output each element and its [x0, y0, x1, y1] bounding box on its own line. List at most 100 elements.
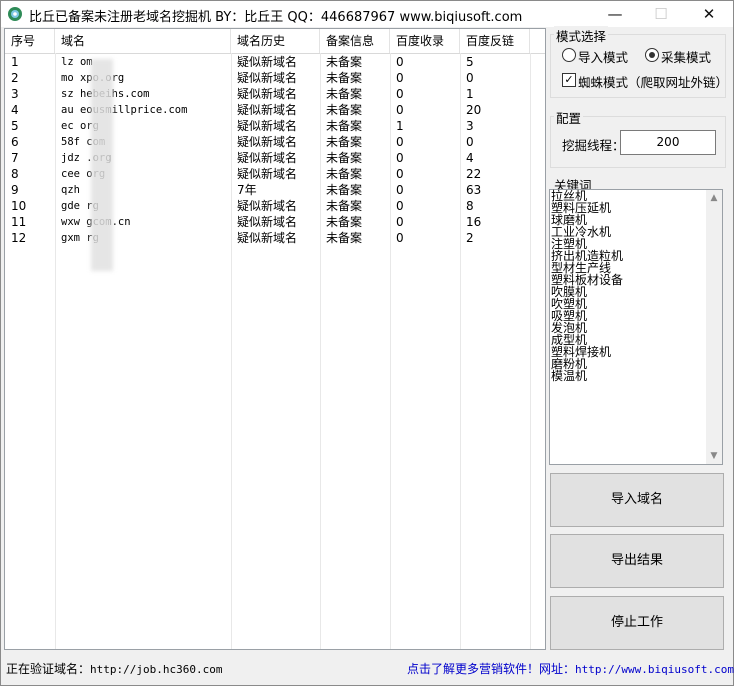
radio-selected-dot — [649, 52, 655, 58]
promo-text[interactable]: 点击了解更多营销软件！网址： — [407, 662, 575, 676]
import-mode-radio[interactable] — [562, 48, 576, 62]
cell-record: 未备案 — [326, 55, 363, 69]
keywords-list: 拉丝机 塑料压延机 球磨机 工业冷水机 注塑机 挤出机造粒机 型材生产线 塑料板材设备 吹膜机吹… — [551, 190, 705, 383]
cell-domain: ec org — [61, 120, 99, 132]
cell-record: 未备案 — [326, 183, 363, 197]
title-bar[interactable]: 比丘已备案未注册老域名挖掘机 BY：比丘王 QQ：446687967 www.b… — [1, 1, 733, 27]
cell-baidu-backlinks: 16 — [466, 215, 482, 229]
table-row[interactable]: 12 gxm rg 疑似新域名 未备案 0 2 — [5, 230, 545, 246]
cell-baidu-backlinks: 20 — [466, 103, 482, 117]
header-history[interactable]: 域名历史 — [231, 29, 320, 53]
header-baidu-index[interactable]: 百度收录 — [390, 29, 460, 53]
cell-domain: qzh — [61, 184, 80, 196]
cell-index: 10 — [11, 199, 27, 213]
results-table[interactable]: 序号 域名 域名历史 备案信息 百度收录 百度反链 1 lz om 疑似新域名 未备案… — [4, 28, 546, 650]
cell-record: 未备案 — [326, 215, 363, 229]
header-domain[interactable]: 域名 — [55, 29, 231, 53]
cell-baidu-index: 0 — [396, 167, 404, 181]
cell-domain: 58f com — [61, 136, 106, 148]
import-mode-label[interactable]: 导入模式 — [578, 47, 628, 66]
cell-domain: lz om — [61, 56, 93, 68]
cell-history: 疑似新域名 — [237, 119, 298, 133]
cell-baidu-index: 0 — [396, 103, 404, 117]
cell-domain: au eousmillprice.com — [61, 104, 188, 116]
app-window: 比丘已备案未注册老域名挖掘机 BY：比丘王 QQ：446687967 www.b… — [0, 0, 734, 686]
window-title: 比丘已备案未注册老域名挖掘机 BY：比丘王 QQ：446687967 www.b… — [29, 10, 523, 25]
scroll-up-arrow-icon[interactable]: ▲ — [709, 193, 719, 203]
collect-mode-label[interactable]: 采集模式 — [661, 47, 711, 66]
cell-domain: wxw gcom.cn — [61, 216, 131, 228]
export-results-button[interactable]: 导出结果 — [550, 534, 724, 588]
header-index[interactable]: 序号 — [5, 29, 55, 53]
cell-index: 3 — [11, 87, 19, 101]
maximize-button: ☐ — [654, 5, 668, 23]
cell-index: 11 — [11, 215, 27, 229]
cell-baidu-index: 0 — [396, 71, 404, 85]
cell-index: 7 — [11, 151, 19, 165]
table-row[interactable]: 5 ec org 疑似新域名 未备案 1 3 — [5, 118, 545, 134]
import-domains-button[interactable]: 导入域名 — [550, 473, 724, 527]
status-verifying-url: http://job.hc360.com — [90, 663, 223, 676]
cell-record: 未备案 — [326, 135, 363, 149]
cell-record: 未备案 — [326, 231, 363, 245]
cell-history: 疑似新域名 — [237, 87, 298, 101]
promo-url[interactable]: http://www.biqiusoft.com — [575, 663, 734, 676]
status-verifying: 正在验证域名：http://job.hc360.com — [6, 660, 222, 677]
keywords-textarea[interactable]: 拉丝机 塑料压延机 球磨机 工业冷水机 注塑机 挤出机造粒机 型材生产线 塑料板材设备 吹膜机吹… — [549, 189, 723, 465]
minimize-button[interactable]: — — [592, 1, 638, 27]
stop-work-button[interactable]: 停止工作 — [550, 596, 724, 650]
cell-record: 未备案 — [326, 119, 363, 133]
cell-index: 2 — [11, 71, 19, 85]
threads-input[interactable]: 200 — [620, 130, 716, 155]
redaction-blur — [91, 59, 113, 271]
app-logo-icon — [8, 7, 22, 21]
table-header: 序号 域名 域名历史 备案信息 百度收录 百度反链 — [5, 29, 545, 54]
table-row[interactable]: 9 qzh 7年 未备案 0 63 — [5, 182, 545, 198]
collect-mode-radio[interactable] — [645, 48, 659, 62]
cell-record: 未备案 — [326, 103, 363, 117]
cell-domain: jdz .org — [61, 152, 112, 164]
table-row[interactable]: 3 sz hebeihs.com 疑似新域名 未备案 0 1 — [5, 86, 545, 102]
cell-history: 7年 — [237, 183, 257, 197]
cell-baidu-index: 1 — [396, 119, 404, 133]
cell-baidu-index: 0 — [396, 215, 404, 229]
close-button[interactable]: ✕ — [686, 1, 732, 27]
cell-index: 6 — [11, 135, 19, 149]
cell-baidu-backlinks: 8 — [466, 199, 474, 213]
table-row[interactable]: 11 wxw gcom.cn 疑似新域名 未备案 0 16 — [5, 214, 545, 230]
cell-baidu-backlinks: 5 — [466, 55, 474, 69]
cell-index: 5 — [11, 119, 19, 133]
scroll-down-arrow-icon[interactable]: ▼ — [709, 451, 719, 461]
cell-domain: mo xpo.org — [61, 72, 124, 84]
keywords-scrollbar[interactable]: ▲ ▼ — [706, 190, 722, 464]
table-row[interactable]: 4 au eousmillprice.com 疑似新域名 未备案 0 20 — [5, 102, 545, 118]
table-row[interactable]: 1 lz om 疑似新域名 未备案 0 5 — [5, 54, 545, 70]
cell-index: 1 — [11, 55, 19, 69]
cell-baidu-backlinks: 1 — [466, 87, 474, 101]
cell-history: 疑似新域名 — [237, 231, 298, 245]
header-record[interactable]: 备案信息 — [320, 29, 390, 53]
cell-baidu-index: 0 — [396, 231, 404, 245]
cell-domain: sz hebeihs.com — [61, 88, 150, 100]
header-baidu-backlinks[interactable]: 百度反链 — [460, 29, 530, 53]
cell-domain: gxm rg — [61, 232, 99, 244]
cell-baidu-backlinks: 4 — [466, 151, 474, 165]
table-row[interactable]: 8 cee org 疑似新域名 未备案 0 22 — [5, 166, 545, 182]
spider-mode-label[interactable]: 蜘蛛模式（爬取网址外链） — [578, 72, 728, 91]
mode-group-title: 模式选择 — [554, 26, 609, 45]
table-row[interactable]: 6 58f com 疑似新域名 未备案 0 0 — [5, 134, 545, 150]
cell-baidu-index: 0 — [396, 151, 404, 165]
cell-history: 疑似新域名 — [237, 215, 298, 229]
promo-link[interactable]: 点击了解更多营销软件！网址：http://www.biqiusoft.com — [407, 660, 734, 677]
cell-baidu-index: 0 — [396, 135, 404, 149]
cell-history: 疑似新域名 — [237, 71, 298, 85]
cell-history: 疑似新域名 — [237, 103, 298, 117]
cell-history: 疑似新域名 — [237, 167, 298, 181]
table-row[interactable]: 10 gde rg 疑似新域名 未备案 0 8 — [5, 198, 545, 214]
table-row[interactable]: 2 mo xpo.org 疑似新域名 未备案 0 0 — [5, 70, 545, 86]
cell-domain: gde rg — [61, 200, 99, 212]
cell-record: 未备案 — [326, 199, 363, 213]
table-row[interactable]: 7 jdz .org 疑似新域名 未备案 0 4 — [5, 150, 545, 166]
spider-mode-checkbox[interactable]: ✓ — [562, 73, 576, 87]
cell-baidu-backlinks: 0 — [466, 71, 474, 85]
